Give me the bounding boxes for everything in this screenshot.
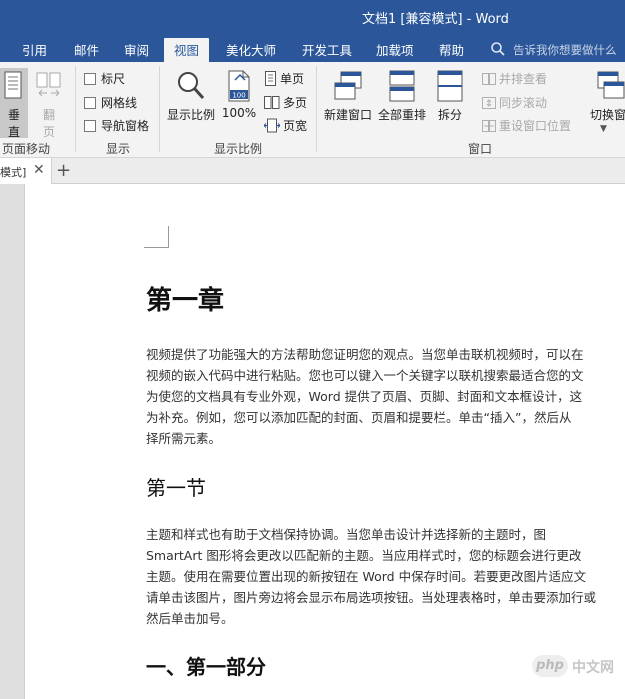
document-page[interactable]: 第一章 视频提供了功能强大的方法帮助您证明您的观点。当您单击联机视频时，可以在 … bbox=[24, 184, 625, 699]
tab-help[interactable]: 帮助 bbox=[439, 40, 464, 59]
sync-scroll-icon bbox=[482, 97, 496, 109]
gridlines-checkbox[interactable]: 网格线 bbox=[84, 94, 137, 111]
site-watermark: php 中文网 bbox=[532, 654, 620, 678]
group-separator bbox=[316, 66, 317, 152]
reset-window-icon bbox=[482, 120, 496, 132]
nav-pane-checkbox[interactable]: 导航窗格 bbox=[84, 117, 149, 134]
group-label-zoom: 显示比例 bbox=[214, 142, 263, 156]
window-title: 文档1 [兼容模式] - Word bbox=[362, 12, 509, 27]
watermark-text: 中文网 bbox=[572, 660, 614, 676]
paragraph-1: 视频提供了功能强大的方法帮助您证明您的观点。当您单击联机视频时，可以在 视频的嵌… bbox=[146, 344, 584, 449]
php-logo: php bbox=[532, 655, 568, 677]
side-to-side-label: 翻页 bbox=[42, 108, 55, 139]
zoom-label: 显示比例 bbox=[166, 108, 215, 122]
page-100-icon: 100 bbox=[228, 70, 250, 102]
lightbulb-search-icon bbox=[491, 42, 505, 56]
new-tab-plus-icon[interactable]: + bbox=[56, 160, 71, 181]
one-page-button[interactable]: 单页 bbox=[264, 70, 304, 87]
paragraph-line: 然后单击加号。 bbox=[146, 611, 234, 626]
document-tab-bar: 模式] ✕ + bbox=[0, 158, 625, 184]
vertical-button[interactable]: 垂直 bbox=[0, 68, 28, 139]
paragraph-line: 择所需元素。 bbox=[146, 431, 222, 446]
switch-windows-icon bbox=[597, 71, 625, 99]
tab-beautify-master[interactable]: 美化大师 bbox=[226, 40, 276, 59]
heading-2: 第一节 bbox=[146, 476, 206, 500]
new-window-label: 新建窗口 bbox=[323, 108, 372, 122]
tab-developer[interactable]: 开发工具 bbox=[302, 40, 352, 59]
group-separator bbox=[159, 66, 160, 152]
side-pages-icon bbox=[36, 72, 61, 97]
title-bar: 文档1 [兼容模式] - Word bbox=[0, 0, 625, 34]
new-window-icon bbox=[334, 71, 362, 100]
page-100-icon-text: 100 bbox=[232, 92, 245, 100]
arrange-all-button[interactable]: 全部重排 bbox=[374, 68, 430, 134]
one-page-icon bbox=[265, 71, 276, 86]
group-label-window: 窗口 bbox=[468, 142, 493, 156]
vertical-page-icon bbox=[4, 71, 22, 99]
tab-mailings[interactable]: 邮件 bbox=[74, 40, 99, 59]
split-button[interactable]: 拆分 bbox=[430, 68, 470, 134]
sync-scroll-button[interactable]: 同步滚动 bbox=[482, 94, 547, 111]
checkbox-box bbox=[84, 73, 96, 85]
tab-view[interactable]: 视图 bbox=[164, 38, 210, 62]
zoom-100-button[interactable]: 100 100% bbox=[220, 68, 258, 134]
heading-1: 第一章 bbox=[146, 286, 225, 316]
paragraph-line: 视频的嵌入代码中进行粘贴。您也可以键入一个关键字以联机搜索最适合您的文 bbox=[146, 368, 584, 383]
side-by-side-icon bbox=[482, 73, 496, 85]
page-width-button[interactable]: 页宽 bbox=[263, 117, 307, 134]
new-window-button[interactable]: 新建窗口 bbox=[320, 68, 376, 134]
checkbox-box bbox=[84, 97, 96, 109]
tab-review[interactable]: 审阅 bbox=[124, 40, 149, 59]
paragraph-line: 主题。使用在需要位置出现的新按钮在 Word 中保存时间。若要更改图片适应文 bbox=[146, 569, 587, 584]
group-label-page-movement: 页面移动 bbox=[2, 142, 51, 156]
paragraph-line: 视频提供了功能强大的方法帮助您证明您的观点。当您单击联机视频时，可以在 bbox=[146, 347, 584, 362]
margin-crop-mark bbox=[144, 226, 169, 248]
zoom-button[interactable]: 显示比例 bbox=[164, 68, 218, 134]
tab-addins[interactable]: 加载项 bbox=[376, 40, 414, 59]
ribbon-tabs: 引用 邮件 审阅 视图 美化大师 开发工具 加载项 帮助 告诉我你想要做什么 bbox=[0, 34, 625, 62]
multiple-pages-icon bbox=[264, 96, 280, 109]
split-icon bbox=[437, 70, 463, 102]
arrange-all-label: 全部重排 bbox=[377, 108, 426, 122]
page-width-icon bbox=[263, 118, 281, 133]
document-tab-label: 模式] bbox=[0, 166, 27, 179]
side-to-side-button[interactable]: 翻页 bbox=[34, 68, 64, 139]
magnifier-icon bbox=[178, 72, 205, 100]
paragraph-line: 主题和样式也有助于文档保持协调。当您单击设计并选择新的主题时，图 bbox=[146, 527, 547, 542]
close-icon[interactable]: ✕ bbox=[33, 162, 45, 178]
paragraph-line: SmartArt 图形将会更改以匹配新的主题。当应用样式时，您的标题会进行更改 bbox=[146, 548, 582, 563]
multiple-pages-button[interactable]: 多页 bbox=[264, 94, 307, 111]
group-label-show: 显示 bbox=[106, 142, 131, 156]
ribbon: 垂直 翻页 页面移动 标尺 网格线 导航窗格 显示 显示比例 100 100% … bbox=[0, 62, 625, 158]
paragraph-2: 主题和样式也有助于文档保持协调。当您单击设计并选择新的主题时，图 SmartAr… bbox=[146, 524, 596, 629]
switch-windows-button[interactable]: 切换窗 ▼ bbox=[586, 68, 625, 134]
paragraph-line: 为补充。例如，您可以添加匹配的封面、页眉和提要栏。单击“插入”，然后从 bbox=[146, 410, 572, 425]
group-separator bbox=[75, 66, 76, 152]
ruler-checkbox[interactable]: 标尺 bbox=[84, 70, 125, 87]
checkbox-box bbox=[84, 120, 96, 132]
vertical-label: 垂直 bbox=[7, 108, 20, 139]
heading-3: 一、第一部分 bbox=[146, 655, 266, 679]
switch-windows-label: 切换窗 bbox=[590, 108, 625, 122]
chevron-down-icon: ▼ bbox=[600, 124, 607, 134]
zoom-100-label: 100% bbox=[221, 106, 257, 120]
tab-references[interactable]: 引用 bbox=[22, 40, 47, 59]
side-by-side-button[interactable]: 并排查看 bbox=[482, 70, 547, 87]
split-label: 拆分 bbox=[437, 108, 462, 122]
document-tab[interactable]: 模式] ✕ bbox=[0, 158, 52, 184]
arrange-all-icon bbox=[389, 70, 415, 102]
reset-window-position-button[interactable]: 重设窗口位置 bbox=[482, 117, 571, 134]
paragraph-line: 为使您的文档具有专业外观，Word 提供了页眉、页脚、封面和文本框设计，这 bbox=[146, 389, 583, 404]
paragraph-line: 请单击该图片，图片旁边将会显示布局选项按钮。当处理表格时，单击要添加行或 bbox=[146, 590, 597, 605]
tell-me-placeholder: 告诉我你想要做什么 bbox=[513, 43, 617, 57]
tell-me-box[interactable]: 告诉我你想要做什么 bbox=[490, 39, 625, 59]
